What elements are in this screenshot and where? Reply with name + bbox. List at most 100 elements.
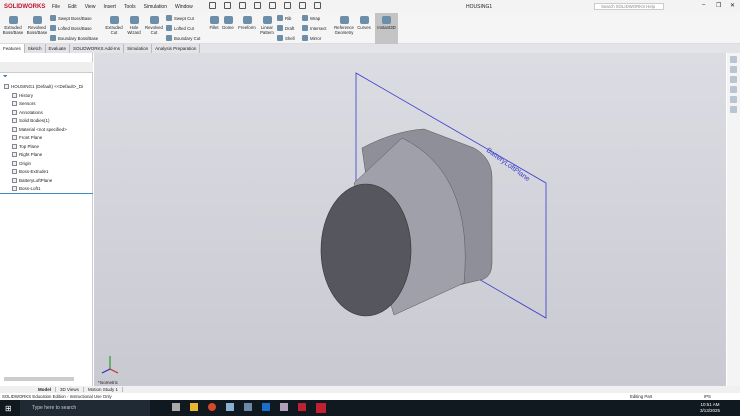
reference-geometry-button[interactable]: Reference Geometry — [333, 15, 355, 35]
extruded-cut-button[interactable]: Extruded Cut — [104, 15, 124, 35]
tree-item[interactable]: Sensors — [12, 101, 36, 106]
tree-item[interactable]: Material <not specified> — [12, 126, 67, 132]
tab-evaluate[interactable]: Evaluate — [46, 44, 71, 53]
tab-model[interactable]: Model — [34, 387, 56, 392]
reference-geometry-icon — [339, 16, 349, 24]
status-text: SOLIDWORKS Education Edition - Instructi… — [2, 394, 112, 399]
tree-item[interactable]: Origin — [12, 160, 31, 166]
custom-properties-icon[interactable] — [730, 106, 737, 113]
file-explorer-icon[interactable] — [730, 76, 737, 83]
open-icon[interactable] — [238, 2, 246, 9]
fillet-button[interactable]: Fillet — [207, 15, 221, 30]
select-icon[interactable] — [298, 2, 306, 9]
tab-3d-views[interactable]: 3D Views — [56, 387, 84, 392]
app2-icon[interactable] — [280, 403, 288, 411]
swept-boss-button[interactable]: Swept Boss/Base — [50, 15, 92, 21]
tree-item[interactable]: Front Plane — [12, 135, 42, 140]
clock[interactable]: 10:51 AM 3/13/2025 — [700, 402, 720, 414]
tree-item[interactable]: History — [12, 92, 33, 98]
tree-item[interactable]: Top Plane — [12, 143, 39, 149]
extruded-boss-button[interactable]: Extruded Boss/Base — [2, 15, 24, 35]
file-explorer-icon[interactable] — [190, 403, 198, 411]
rib-button[interactable]: Rib — [277, 15, 291, 21]
taskbar-search-input[interactable]: Type here to search — [20, 400, 150, 416]
instant3d-button[interactable]: Instant3D — [375, 13, 398, 44]
tab-motion-study[interactable]: Motion Study 1 — [84, 387, 123, 392]
rib-icon — [277, 15, 283, 21]
wrap-button[interactable]: Wrap — [302, 15, 320, 21]
tab-analysis-preparation[interactable]: Analysis Preparation — [152, 44, 201, 53]
undo-icon[interactable] — [283, 2, 291, 9]
help-search-input[interactable]: Search SOLIDWORKS Help — [594, 3, 664, 10]
feature-icon — [12, 135, 17, 140]
revolved-cut-button[interactable]: Revolved Cut — [144, 15, 164, 35]
print-icon[interactable] — [268, 2, 276, 9]
design-library-icon[interactable] — [730, 66, 737, 73]
dome-button[interactable]: Dome — [221, 15, 235, 30]
menu-edit[interactable]: Edit — [68, 4, 77, 10]
menu-view[interactable]: View — [85, 4, 96, 10]
outlook-icon[interactable] — [262, 403, 270, 411]
boundary-cut-button[interactable]: Boundary Cut — [166, 35, 200, 41]
manager-tabs[interactable] — [0, 62, 93, 73]
tree-item[interactable]: BatteryLoftPlane — [12, 177, 52, 183]
restore-button[interactable]: ❐ — [716, 2, 721, 9]
app3-icon[interactable] — [298, 403, 306, 411]
draft-button[interactable]: Draft — [277, 25, 294, 31]
tab-addins[interactable]: SOLIDWORKS Add-Ins — [70, 44, 125, 53]
minimize-button[interactable]: – — [702, 2, 705, 8]
chrome-icon[interactable] — [208, 403, 216, 411]
intersect-button[interactable]: Intersect — [302, 25, 326, 31]
intersect-icon — [302, 25, 308, 31]
resources-icon[interactable] — [730, 56, 737, 63]
revolved-boss-button[interactable]: Revolved Boss/Base — [26, 15, 48, 35]
boundary-boss-button[interactable]: Boundary Boss/Base — [50, 35, 98, 41]
hole-wizard-button[interactable]: Hole Wizard — [124, 15, 144, 35]
appearances-icon[interactable] — [730, 96, 737, 103]
close-button[interactable]: ✕ — [730, 2, 735, 9]
filter-icon[interactable]: ⏷ — [3, 74, 8, 81]
tab-features[interactable]: Features — [0, 44, 25, 53]
shell-button[interactable]: Shell — [277, 35, 295, 41]
solidworks-taskbar-icon[interactable] — [316, 403, 326, 413]
new-icon[interactable] — [223, 2, 231, 9]
tab-sketch[interactable]: Sketch — [25, 44, 46, 53]
rollback-bar[interactable] — [0, 193, 93, 194]
task-view-icon[interactable] — [172, 403, 180, 411]
view-palette-icon[interactable] — [730, 86, 737, 93]
save-icon[interactable] — [253, 2, 261, 9]
curves-button[interactable]: Curves — [356, 15, 372, 30]
feature-icon — [12, 160, 17, 166]
mirror-button[interactable]: Mirror — [302, 35, 321, 41]
view-orientation-label: *Isometric — [98, 380, 119, 385]
menu-insert[interactable]: Insert — [103, 4, 116, 10]
horizontal-scrollbar[interactable] — [4, 377, 74, 381]
shell-icon — [277, 35, 283, 41]
lofted-cut-button[interactable]: Lofted Cut — [166, 25, 194, 31]
swept-cut-button[interactable]: Swept Cut — [166, 15, 194, 21]
menu-file[interactable]: File — [52, 4, 60, 10]
front-face[interactable] — [320, 183, 412, 317]
units-selector[interactable]: IPS — [704, 393, 711, 400]
freeform-button[interactable]: Freeform — [236, 15, 258, 30]
notepad-icon[interactable] — [226, 403, 234, 411]
boundary-icon — [50, 35, 56, 41]
options-icon[interactable] — [313, 2, 321, 9]
tree-item[interactable]: Annotations — [12, 109, 43, 115]
graphics-area[interactable]: BatteryLoftPlane *Isometric — [94, 53, 726, 386]
menu-tools[interactable]: Tools — [124, 4, 136, 10]
tree-item[interactable]: Solid Bodies(1) — [12, 118, 50, 123]
menu-simulation[interactable]: Simulation — [144, 4, 167, 10]
tree-item[interactable]: Boss-Extrude1 — [12, 169, 49, 174]
tab-simulation[interactable]: Simulation — [124, 44, 153, 53]
linear-pattern-button[interactable]: Linear Pattern — [259, 15, 275, 35]
lofted-boss-button[interactable]: Lofted Boss/Base — [50, 25, 92, 31]
tree-item[interactable]: Right Plane — [12, 152, 42, 157]
curves-icon — [359, 16, 369, 24]
home-icon[interactable] — [208, 2, 216, 9]
start-button[interactable]: ⊞ — [5, 404, 20, 413]
menu-window[interactable]: Window — [175, 4, 193, 10]
tree-item[interactable]: Boss-Loft1 — [12, 186, 41, 191]
app-icon[interactable] — [244, 403, 252, 411]
tree-item[interactable]: HOUSING1 (Default) <<Default>_Di — [4, 84, 83, 89]
